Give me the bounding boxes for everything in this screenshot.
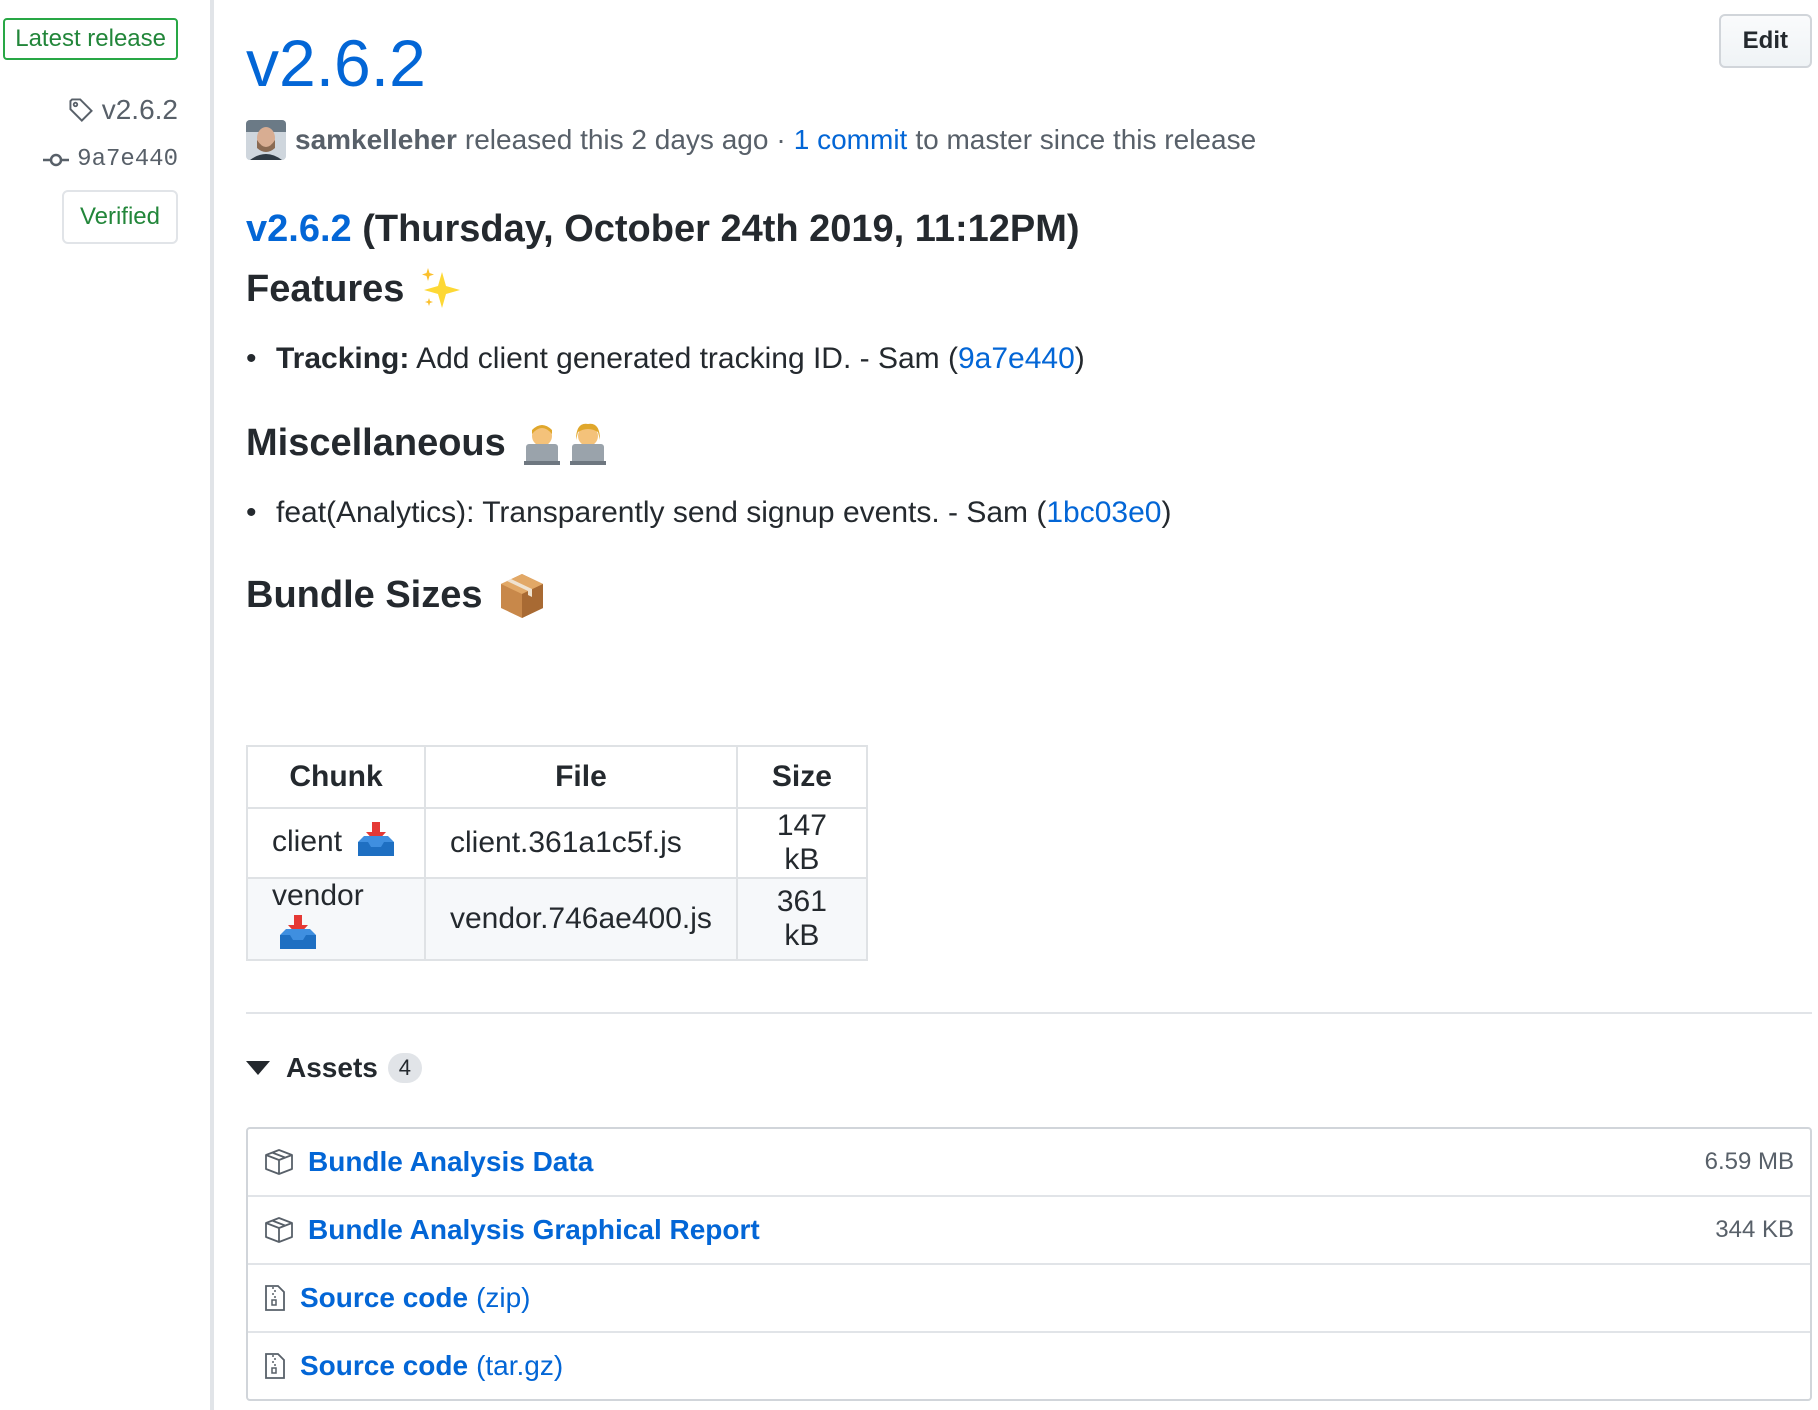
misc-text: feat(Analytics): Transparently send sign…: [276, 496, 1047, 529]
commit-icon: [43, 152, 70, 168]
file-zip-icon: [264, 1352, 286, 1380]
sparkles-icon: [418, 266, 464, 312]
verified-badge[interactable]: Verified: [61, 190, 178, 244]
feature-scope: Tracking:: [276, 342, 410, 375]
asset-link[interactable]: Source code: [300, 1350, 468, 1382]
released-text: released this 2 days ago: [464, 124, 769, 155]
misc-commit-link[interactable]: 1bc03e0: [1046, 496, 1161, 529]
asset-size: 344 KB: [1715, 1216, 1794, 1243]
column-header-file: File: [424, 745, 738, 809]
features-list-item: Tracking: Add client generated tracking …: [246, 342, 1085, 376]
bundle-heading: Bundle Sizes: [246, 570, 547, 620]
commit-link[interactable]: 9a7e440: [43, 146, 178, 173]
package-icon: [264, 1216, 294, 1244]
release-meta: samkelleher released this 2 days ago · 1…: [246, 120, 1256, 160]
assets-toggle[interactable]: Assets 4: [246, 1052, 422, 1084]
edit-button[interactable]: Edit: [1718, 14, 1812, 68]
release-title[interactable]: v2.6.2: [246, 24, 426, 102]
table-row: client client.361a1c5f.js 147 kB: [246, 807, 868, 879]
asset-ext[interactable]: (tar.gz): [476, 1350, 563, 1382]
technologists-icon: [520, 420, 612, 466]
table-header-row: Chunk File Size: [246, 745, 868, 809]
assets-label: Assets: [286, 1052, 378, 1083]
misc-list-item: feat(Analytics): Transparently send sign…: [246, 496, 1172, 530]
asset-row[interactable]: Source code (zip): [248, 1263, 1810, 1331]
inbox-tray-icon: [278, 913, 318, 959]
bundle-sizes-table: Chunk File Size client client.361a1c5f.j…: [246, 745, 868, 961]
asset-link[interactable]: Bundle Analysis Graphical Report: [308, 1214, 760, 1246]
misc-close-paren: ): [1161, 496, 1172, 529]
latest-release-badge: Latest release: [3, 18, 178, 60]
notes-heading-link[interactable]: v2.6.2: [246, 208, 352, 250]
release-sidebar: Latest release v2.6.2 9a7e440 Verified: [0, 0, 212, 1410]
asset-row[interactable]: Bundle Analysis Graphical Report 344 KB: [248, 1195, 1810, 1263]
author-link[interactable]: samkelleher: [295, 124, 457, 156]
misc-heading: Miscellaneous: [246, 420, 612, 466]
asset-row[interactable]: Bundle Analysis Data 6.59 MB: [248, 1129, 1810, 1195]
meta-separator: ·: [776, 124, 786, 155]
caret-down-icon: [246, 1061, 270, 1075]
feature-commit-link[interactable]: 9a7e440: [958, 342, 1075, 375]
file-cell: client.361a1c5f.js: [424, 807, 738, 879]
timeline-divider: [210, 0, 214, 1410]
tag-link[interactable]: v2.6.2: [68, 94, 178, 126]
notes-heading: v2.6.2 (Thursday, October 24th 2019, 11:…: [246, 208, 1080, 251]
commits-link[interactable]: 1 commit: [794, 124, 908, 156]
package-icon: [264, 1148, 294, 1176]
tag-label: v2.6.2: [101, 94, 178, 125]
chunk-name: vendor: [272, 879, 364, 912]
tag-icon: [68, 97, 94, 123]
notes-heading-date: (Thursday, October 24th 2019, 11:12PM): [362, 208, 1080, 250]
avatar[interactable]: [246, 120, 286, 160]
inbox-tray-icon: [356, 820, 396, 866]
table-row: vendor vendor.746ae400.js 361 kB: [246, 877, 868, 961]
column-header-size: Size: [735, 745, 868, 809]
package-emoji-icon: [497, 570, 547, 620]
bundle-title: Bundle Sizes: [246, 573, 483, 616]
asset-link[interactable]: Bundle Analysis Data: [308, 1146, 593, 1178]
misc-title: Miscellaneous: [246, 421, 506, 464]
chunk-cell: vendor: [246, 877, 426, 961]
features-heading: Features: [246, 266, 464, 312]
size-cell: 147 kB: [735, 807, 868, 879]
commit-label: 9a7e440: [77, 146, 178, 173]
feature-close-paren: ): [1074, 342, 1085, 375]
asset-size: 6.59 MB: [1704, 1148, 1794, 1175]
assets-divider: [246, 1012, 1812, 1014]
asset-row[interactable]: Source code (tar.gz): [248, 1331, 1810, 1399]
file-zip-icon: [264, 1284, 286, 1312]
feature-text: Add client generated tracking ID. - Sam …: [416, 342, 958, 375]
column-header-chunk: Chunk: [246, 745, 426, 809]
assets-count-badge: 4: [387, 1053, 422, 1083]
size-cell: 361 kB: [735, 877, 868, 961]
commits-suffix: to master since this release: [915, 124, 1257, 155]
chunk-name: client: [272, 824, 343, 858]
assets-list: Bundle Analysis Data 6.59 MB Bundle Anal…: [246, 1127, 1812, 1401]
file-cell: vendor.746ae400.js: [424, 877, 738, 961]
features-title: Features: [246, 267, 405, 310]
chunk-cell: client: [246, 807, 426, 879]
asset-link[interactable]: Source code: [300, 1282, 468, 1314]
asset-ext[interactable]: (zip): [476, 1282, 530, 1314]
